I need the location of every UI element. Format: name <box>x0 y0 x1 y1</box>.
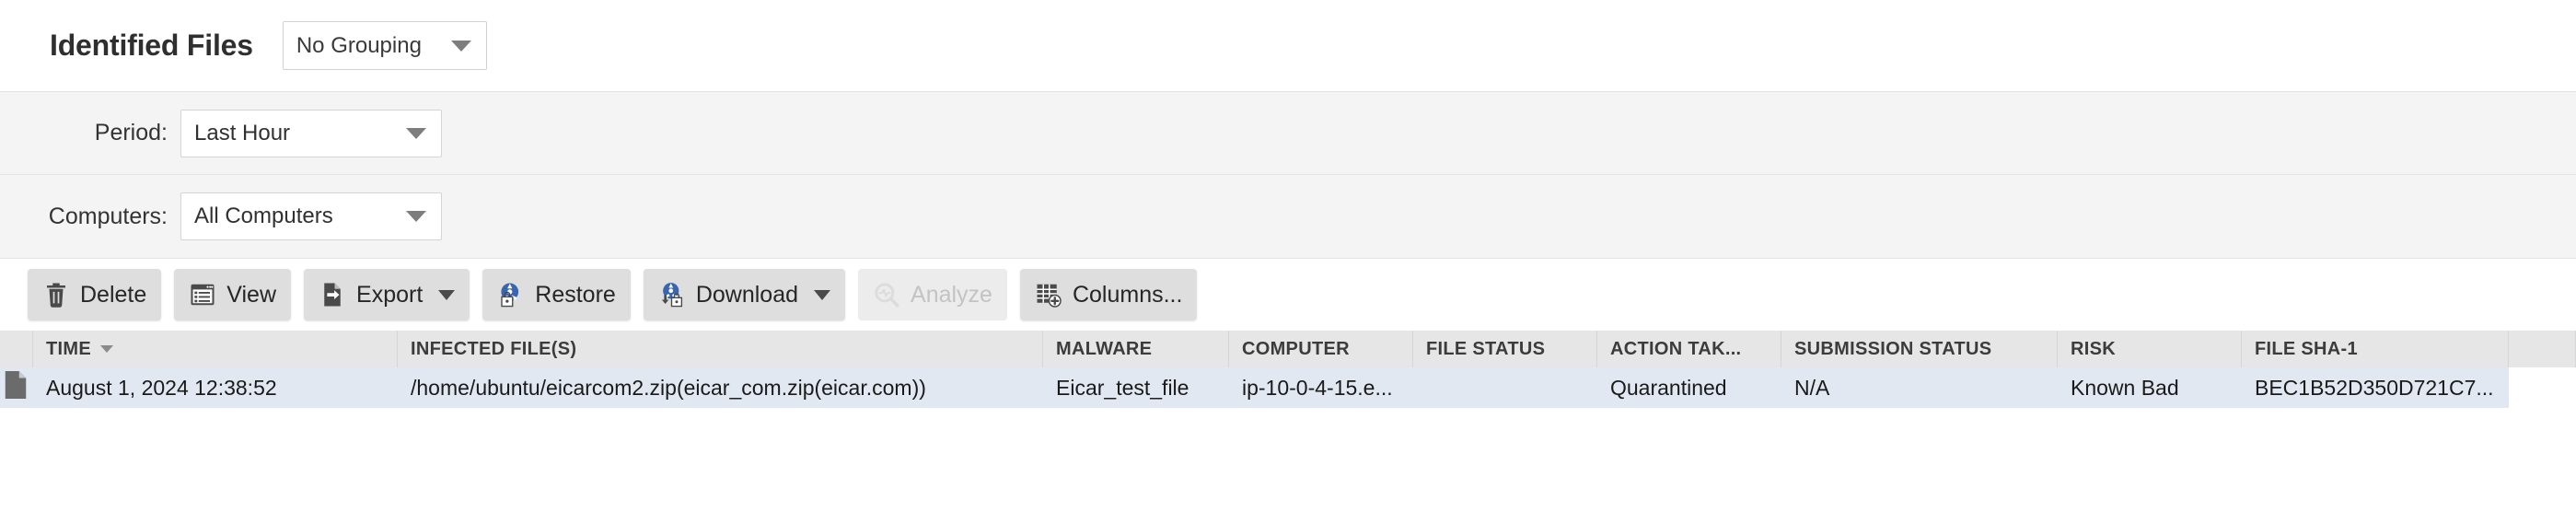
analyze-button-label: Analyze <box>911 281 992 308</box>
column-header-file-status[interactable]: FILE STATUS <box>1413 331 1597 367</box>
view-button-label: View <box>226 281 277 308</box>
action-toolbar: Delete View Export Restore Download Anal… <box>0 259 2576 331</box>
restore-button-label: Restore <box>535 281 616 308</box>
cell-computer: ip-10-0-4-15.e... <box>1242 375 1393 400</box>
columns-button-label: Columns... <box>1072 281 1183 308</box>
delete-button[interactable]: Delete <box>28 269 162 320</box>
computers-label: Computers: <box>48 203 168 229</box>
column-header-risk-label: RISK <box>2071 338 2116 359</box>
export-button[interactable]: Export <box>304 269 470 320</box>
list-window-icon <box>189 281 216 308</box>
download-lock-icon <box>658 281 686 308</box>
column-header-submission-status[interactable]: SUBMISSION STATUS <box>1781 331 2058 367</box>
cell-time: August 1, 2024 12:38:52 <box>46 375 277 400</box>
filter-row-period: Period: Last Hour <box>0 92 2576 175</box>
column-header-infected-files-label: INFECTED FILE(S) <box>411 338 577 359</box>
identified-files-table: TIME INFECTED FILE(S) MALWARE COMPUTER F… <box>0 331 2576 408</box>
export-button-label: Export <box>356 281 424 308</box>
column-header-computer-label: COMPUTER <box>1242 338 1350 359</box>
cell-file-status <box>1413 367 1597 408</box>
column-header-malware[interactable]: MALWARE <box>1043 331 1229 367</box>
analyze-button: Analyze <box>858 269 1007 320</box>
download-button-label: Download <box>695 281 799 308</box>
column-header-action-taken[interactable]: ACTION TAK... <box>1597 331 1781 367</box>
columns-add-icon <box>1035 281 1062 308</box>
computers-select[interactable]: All Computers <box>180 192 442 240</box>
column-header-file-sha1[interactable]: FILE SHA-1 <box>2242 331 2509 367</box>
view-button[interactable]: View <box>174 269 292 320</box>
cell-filler <box>2509 367 2576 408</box>
table-header-row: TIME INFECTED FILE(S) MALWARE COMPUTER F… <box>0 331 2576 367</box>
column-header-malware-label: MALWARE <box>1056 338 1153 359</box>
grouping-select-value: No Grouping <box>296 32 422 58</box>
period-select-value: Last Hour <box>194 120 291 145</box>
grouping-select[interactable]: No Grouping <box>282 21 487 70</box>
column-header-file-sha1-label: FILE SHA-1 <box>2255 338 2358 359</box>
period-select[interactable]: Last Hour <box>180 109 442 157</box>
column-header-file-status-label: FILE STATUS <box>1426 338 1546 359</box>
download-button[interactable]: Download <box>643 269 846 320</box>
chevron-down-icon[interactable] <box>438 289 456 300</box>
chevron-down-icon <box>406 127 426 139</box>
export-file-icon <box>319 281 346 308</box>
sort-desc-icon <box>99 345 113 353</box>
delete-button-label: Delete <box>80 281 147 308</box>
page-title: Identified Files <box>50 29 253 62</box>
columns-button[interactable]: Columns... <box>1019 269 1198 320</box>
chevron-down-icon <box>406 211 426 222</box>
analyze-search-icon <box>873 281 900 308</box>
computers-select-value: All Computers <box>194 204 333 228</box>
column-header-computer[interactable]: COMPUTER <box>1229 331 1413 367</box>
period-label: Period: <box>94 120 168 145</box>
restore-button[interactable]: Restore <box>482 269 631 320</box>
page-header: Identified Files No Grouping <box>0 0 2576 92</box>
chevron-down-icon[interactable] <box>814 289 831 300</box>
column-header-risk[interactable]: RISK <box>2058 331 2242 367</box>
column-header-infected-files[interactable]: INFECTED FILE(S) <box>398 331 1043 367</box>
cell-file-sha1: BEC1B52D350D721C7... <box>2255 375 2494 400</box>
row-file-icon-cell <box>0 367 33 408</box>
cell-malware: Eicar_test_file <box>1056 375 1189 400</box>
column-header-select[interactable] <box>0 331 33 367</box>
cell-risk: Known Bad <box>2071 375 2179 400</box>
restore-lock-icon <box>497 281 525 308</box>
table-row[interactable]: August 1, 2024 12:38:52 /home/ubuntu/eic… <box>0 367 2576 408</box>
trash-icon <box>42 281 70 308</box>
column-header-action-taken-label: ACTION TAK... <box>1610 338 1742 359</box>
filter-row-computers: Computers: All Computers <box>0 175 2576 258</box>
chevron-down-icon <box>450 40 471 52</box>
column-header-time[interactable]: TIME <box>33 331 398 367</box>
cell-submission-status: N/A <box>1794 375 1830 400</box>
cell-action-taken: Quarantined <box>1610 375 1727 400</box>
column-header-submission-status-label: SUBMISSION STATUS <box>1794 338 1992 359</box>
filter-bar: Period: Last Hour Computers: All Compute… <box>0 92 2576 259</box>
column-header-time-label: TIME <box>46 338 91 359</box>
file-document-icon <box>4 371 28 404</box>
column-header-filler <box>2509 331 2576 367</box>
cell-infected-file: /home/ubuntu/eicarcom2.zip(eicar_com.zip… <box>411 375 926 400</box>
